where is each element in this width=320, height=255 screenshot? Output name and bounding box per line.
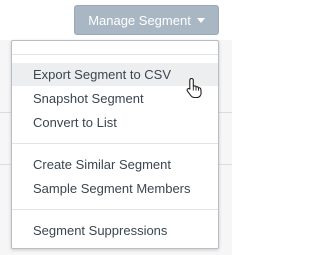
menu-divider [12,54,218,55]
background-divider [0,112,11,113]
menu-item-label: Convert to List [33,115,117,130]
menu-item-label: Export Segment to CSV [33,67,172,82]
caret-down-icon [196,17,205,23]
background-divider [219,112,232,113]
menu-item-label: Create Similar Segment [33,157,171,172]
background-divider [219,164,232,165]
background-divider [0,164,11,165]
menu-item-sample-segment-members[interactable]: Sample Segment Members [12,177,218,200]
menu-divider [12,209,218,210]
menu-item-label: Sample Segment Members [33,181,191,196]
manage-segment-menu: Export Segment to CSV Snapshot Segment C… [11,40,219,249]
menu-divider [12,143,218,144]
menu-item-create-similar-segment[interactable]: Create Similar Segment [12,153,218,176]
menu-item-label: Snapshot Segment [33,91,144,106]
menu-item-label: Segment Suppressions [33,223,168,238]
menu-item-convert-to-list[interactable]: Convert to List [12,111,218,134]
hand-pointer-icon [186,77,202,99]
menu-item-segment-suppressions[interactable]: Segment Suppressions [12,219,218,242]
manage-segment-button[interactable]: Manage Segment [74,5,219,35]
manage-segment-label: Manage Segment [88,12,191,28]
